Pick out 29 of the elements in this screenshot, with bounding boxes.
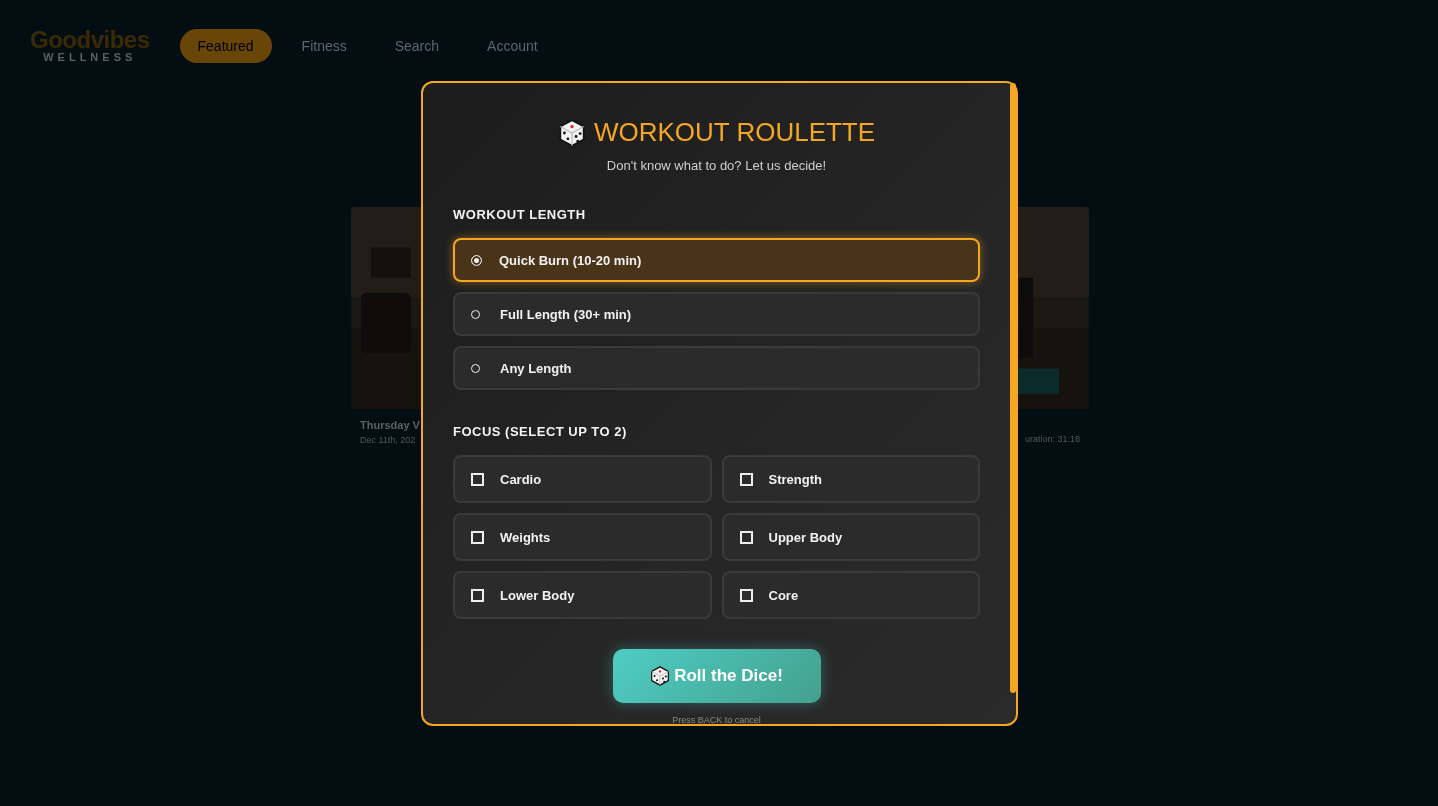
radio-icon — [471, 254, 482, 266]
radio-option[interactable]: Full Length (30+ min) — [453, 292, 980, 336]
checkbox-icon — [471, 530, 484, 544]
checkbox-icon — [739, 530, 753, 544]
checkbox-option[interactable]: Strength — [721, 455, 980, 503]
radio-option[interactable]: Quick Burn (10-20 min) — [453, 238, 980, 282]
modal-subtitle: Don't know what to do? Let us decide! — [605, 158, 828, 173]
scrollbar[interactable] — [1010, 83, 1016, 693]
card-title: Thursday V — [360, 419, 421, 431]
logo-wordmark: Goodvibes — [30, 29, 150, 51]
checkbox-option[interactable]: Cardio — [453, 455, 712, 503]
checkbox-icon — [471, 588, 484, 602]
dice-icon — [650, 666, 671, 686]
card-meta: Dec 11th, 202 — [360, 435, 417, 445]
checkbox-icon — [739, 472, 753, 486]
card-meta: uration: 31:18 — [1024, 434, 1080, 444]
dice-icon — [557, 118, 586, 147]
checkbox-icon — [739, 588, 753, 602]
cancel-hint: Press BACK to cancel — [671, 715, 762, 725]
radio-option[interactable]: Any Length — [453, 346, 980, 390]
modal-title: WORKOUT ROULETTE — [593, 117, 876, 148]
logo-subtitle: WELLNESS — [43, 51, 137, 63]
checkbox-option[interactable]: Weights — [453, 513, 712, 561]
checkbox-option[interactable]: Upper Body — [721, 513, 980, 561]
section-heading: FOCUS (SELECT UP TO 2) — [453, 424, 628, 439]
checkbox-icon — [471, 472, 484, 486]
section-heading: WORKOUT LENGTH — [453, 207, 587, 222]
checkbox-option[interactable]: Core — [721, 571, 980, 619]
checkbox-option[interactable]: Lower Body — [453, 571, 712, 619]
